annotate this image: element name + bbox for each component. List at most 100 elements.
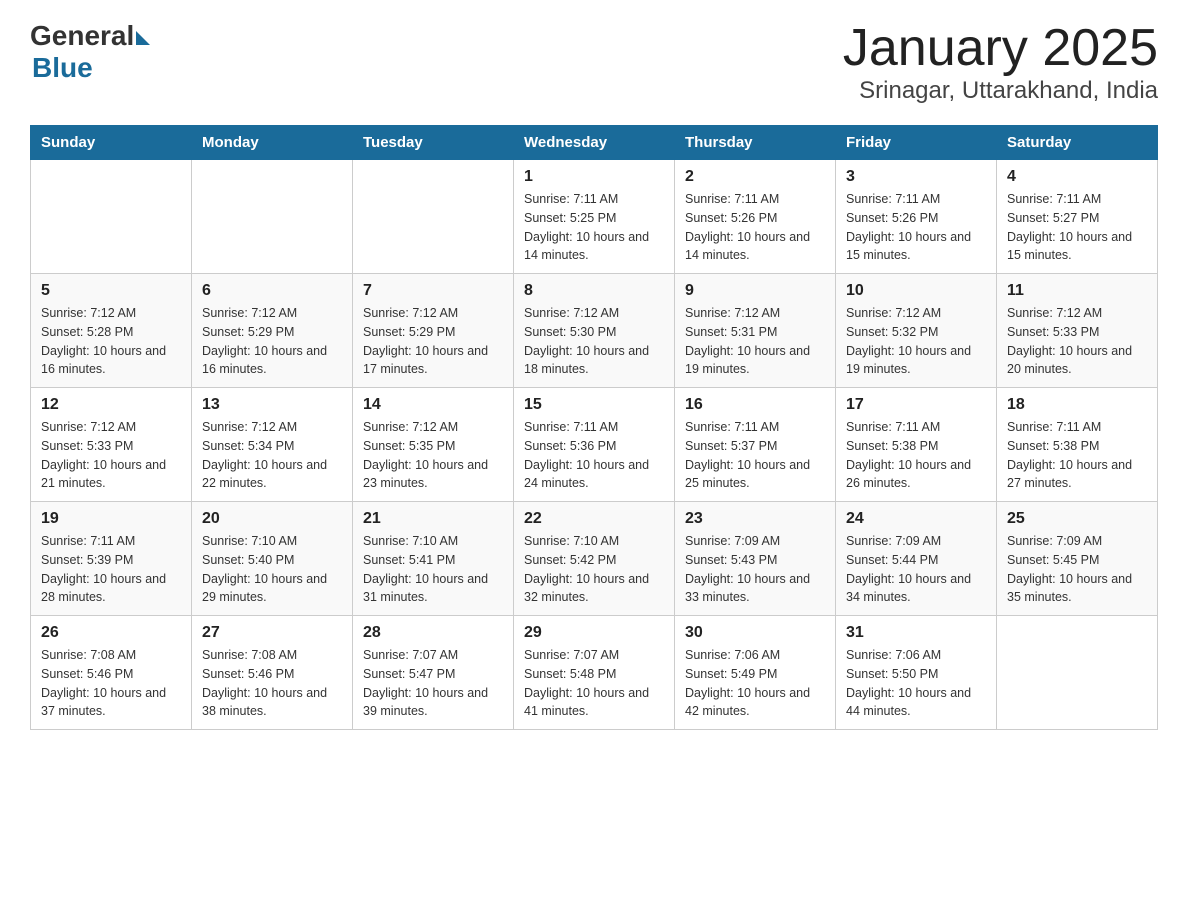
calendar-cell: 13 Sunrise: 7:12 AM Sunset: 5:34 PM Dayli… bbox=[192, 388, 353, 502]
day-info: Sunrise: 7:12 AM Sunset: 5:29 PM Dayligh… bbox=[202, 304, 342, 379]
logo-arrow-icon bbox=[136, 31, 150, 45]
calendar-cell: 11Sunrise: 7:12 AM Sunset: 5:33 PM Dayli… bbox=[997, 274, 1158, 388]
day-number: 27 bbox=[202, 624, 342, 642]
weekday-header: Thursday bbox=[675, 126, 836, 160]
calendar-cell: 10Sunrise: 7:12 AM Sunset: 5:32 PM Dayli… bbox=[836, 274, 997, 388]
calendar-cell: 7Sunrise: 7:12 AM Sunset: 5:29 PM Daylig… bbox=[353, 274, 514, 388]
day-number: 1 bbox=[524, 168, 664, 186]
calendar-cell: 5 Sunrise: 7:12 AM Sunset: 5:28 PM Daylig… bbox=[31, 274, 192, 388]
calendar-cell: 4 Sunrise: 7:11 AM Sunset: 5:27 PM Daylig… bbox=[997, 160, 1158, 274]
day-info: Sunrise: 7:08 AM Sunset: 5:46 PM Dayligh… bbox=[202, 646, 342, 721]
logo-blue-text: Blue bbox=[32, 52, 93, 84]
calendar-cell: 12 Sunrise: 7:12 AM Sunset: 5:33 PM Dayli… bbox=[31, 388, 192, 502]
calendar-cell: 24Sunrise: 7:09 AM Sunset: 5:44 PM Dayli… bbox=[836, 502, 997, 616]
calendar-week-row: 1 Sunrise: 7:11 AM Sunset: 5:25 PM Daylig… bbox=[31, 160, 1158, 274]
calendar-cell: 19 Sunrise: 7:11 AM Sunset: 5:39 PM Dayli… bbox=[31, 502, 192, 616]
day-info: Sunrise: 7:12 AM Sunset: 5:29 PM Dayligh… bbox=[363, 304, 503, 379]
day-number: 17 bbox=[846, 396, 986, 414]
day-number: 9 bbox=[685, 282, 825, 300]
day-info: Sunrise: 7:12 AM Sunset: 5:30 PM Dayligh… bbox=[524, 304, 664, 379]
calendar-cell: 25 Sunrise: 7:09 AM Sunset: 5:45 PM Dayli… bbox=[997, 502, 1158, 616]
calendar-cell: 23 Sunrise: 7:09 AM Sunset: 5:43 PM Dayli… bbox=[675, 502, 836, 616]
day-info: Sunrise: 7:06 AM Sunset: 5:49 PM Dayligh… bbox=[685, 646, 825, 721]
day-info: Sunrise: 7:11 AM Sunset: 5:26 PM Dayligh… bbox=[846, 190, 986, 265]
day-info: Sunrise: 7:08 AM Sunset: 5:46 PM Dayligh… bbox=[41, 646, 181, 721]
day-number: 3 bbox=[846, 168, 986, 186]
day-number: 13 bbox=[202, 396, 342, 414]
calendar-week-row: 26 Sunrise: 7:08 AM Sunset: 5:46 PM Dayli… bbox=[31, 616, 1158, 730]
day-info: Sunrise: 7:11 AM Sunset: 5:27 PM Dayligh… bbox=[1007, 190, 1147, 265]
calendar-cell: 18Sunrise: 7:11 AM Sunset: 5:38 PM Dayli… bbox=[997, 388, 1158, 502]
day-info: Sunrise: 7:12 AM Sunset: 5:33 PM Dayligh… bbox=[41, 418, 181, 493]
day-number: 2 bbox=[685, 168, 825, 186]
day-info: Sunrise: 7:07 AM Sunset: 5:47 PM Dayligh… bbox=[363, 646, 503, 721]
day-number: 25 bbox=[1007, 510, 1147, 528]
day-info: Sunrise: 7:07 AM Sunset: 5:48 PM Dayligh… bbox=[524, 646, 664, 721]
day-number: 18 bbox=[1007, 396, 1147, 414]
calendar-cell bbox=[192, 160, 353, 274]
day-number: 23 bbox=[685, 510, 825, 528]
title-block: January 2025 Srinagar, Uttarakhand, Indi… bbox=[843, 20, 1158, 105]
calendar-table: SundayMondayTuesdayWednesdayThursdayFrid… bbox=[30, 125, 1158, 730]
day-info: Sunrise: 7:12 AM Sunset: 5:35 PM Dayligh… bbox=[363, 418, 503, 493]
weekday-header-row: SundayMondayTuesdayWednesdayThursdayFrid… bbox=[31, 126, 1158, 160]
day-info: Sunrise: 7:06 AM Sunset: 5:50 PM Dayligh… bbox=[846, 646, 986, 721]
calendar-cell: 22 Sunrise: 7:10 AM Sunset: 5:42 PM Dayli… bbox=[514, 502, 675, 616]
calendar-week-row: 19 Sunrise: 7:11 AM Sunset: 5:39 PM Dayli… bbox=[31, 502, 1158, 616]
day-number: 30 bbox=[685, 624, 825, 642]
page-header: General Blue January 2025 Srinagar, Utta… bbox=[30, 20, 1158, 105]
calendar-cell bbox=[997, 616, 1158, 730]
calendar-cell: 28 Sunrise: 7:07 AM Sunset: 5:47 PM Dayli… bbox=[353, 616, 514, 730]
day-number: 16 bbox=[685, 396, 825, 414]
calendar-cell: 3 Sunrise: 7:11 AM Sunset: 5:26 PM Daylig… bbox=[836, 160, 997, 274]
calendar-cell: 1 Sunrise: 7:11 AM Sunset: 5:25 PM Daylig… bbox=[514, 160, 675, 274]
day-info: Sunrise: 7:10 AM Sunset: 5:41 PM Dayligh… bbox=[363, 532, 503, 607]
day-info: Sunrise: 7:11 AM Sunset: 5:36 PM Dayligh… bbox=[524, 418, 664, 493]
day-number: 22 bbox=[524, 510, 664, 528]
day-number: 26 bbox=[41, 624, 181, 642]
day-info: Sunrise: 7:12 AM Sunset: 5:33 PM Dayligh… bbox=[1007, 304, 1147, 379]
calendar-cell: 17 Sunrise: 7:11 AM Sunset: 5:38 PM Dayli… bbox=[836, 388, 997, 502]
day-info: Sunrise: 7:11 AM Sunset: 5:39 PM Dayligh… bbox=[41, 532, 181, 607]
day-info: Sunrise: 7:11 AM Sunset: 5:38 PM Dayligh… bbox=[846, 418, 986, 493]
calendar-cell: 16Sunrise: 7:11 AM Sunset: 5:37 PM Dayli… bbox=[675, 388, 836, 502]
calendar-cell: 6 Sunrise: 7:12 AM Sunset: 5:29 PM Daylig… bbox=[192, 274, 353, 388]
day-number: 12 bbox=[41, 396, 181, 414]
day-number: 19 bbox=[41, 510, 181, 528]
weekday-header: Monday bbox=[192, 126, 353, 160]
page-subtitle: Srinagar, Uttarakhand, India bbox=[843, 77, 1158, 105]
day-info: Sunrise: 7:12 AM Sunset: 5:28 PM Dayligh… bbox=[41, 304, 181, 379]
weekday-header: Sunday bbox=[31, 126, 192, 160]
day-info: Sunrise: 7:11 AM Sunset: 5:25 PM Dayligh… bbox=[524, 190, 664, 265]
day-info: Sunrise: 7:12 AM Sunset: 5:34 PM Dayligh… bbox=[202, 418, 342, 493]
day-info: Sunrise: 7:09 AM Sunset: 5:45 PM Dayligh… bbox=[1007, 532, 1147, 607]
day-info: Sunrise: 7:09 AM Sunset: 5:43 PM Dayligh… bbox=[685, 532, 825, 607]
day-info: Sunrise: 7:12 AM Sunset: 5:31 PM Dayligh… bbox=[685, 304, 825, 379]
day-number: 5 bbox=[41, 282, 181, 300]
weekday-header: Tuesday bbox=[353, 126, 514, 160]
calendar-cell: 14 Sunrise: 7:12 AM Sunset: 5:35 PM Dayli… bbox=[353, 388, 514, 502]
day-info: Sunrise: 7:12 AM Sunset: 5:32 PM Dayligh… bbox=[846, 304, 986, 379]
weekday-header: Friday bbox=[836, 126, 997, 160]
day-number: 21 bbox=[363, 510, 503, 528]
weekday-header: Wednesday bbox=[514, 126, 675, 160]
day-number: 4 bbox=[1007, 168, 1147, 186]
calendar-cell: 20Sunrise: 7:10 AM Sunset: 5:40 PM Dayli… bbox=[192, 502, 353, 616]
calendar-cell: 21 Sunrise: 7:10 AM Sunset: 5:41 PM Dayli… bbox=[353, 502, 514, 616]
calendar-cell: 31 Sunrise: 7:06 AM Sunset: 5:50 PM Dayli… bbox=[836, 616, 997, 730]
day-info: Sunrise: 7:10 AM Sunset: 5:42 PM Dayligh… bbox=[524, 532, 664, 607]
calendar-cell: 29 Sunrise: 7:07 AM Sunset: 5:48 PM Dayli… bbox=[514, 616, 675, 730]
calendar-cell: 9 Sunrise: 7:12 AM Sunset: 5:31 PM Daylig… bbox=[675, 274, 836, 388]
page-title: January 2025 bbox=[843, 20, 1158, 77]
day-number: 14 bbox=[363, 396, 503, 414]
day-number: 8 bbox=[524, 282, 664, 300]
day-number: 28 bbox=[363, 624, 503, 642]
day-number: 31 bbox=[846, 624, 986, 642]
day-number: 15 bbox=[524, 396, 664, 414]
day-number: 29 bbox=[524, 624, 664, 642]
day-number: 6 bbox=[202, 282, 342, 300]
day-info: Sunrise: 7:10 AM Sunset: 5:40 PM Dayligh… bbox=[202, 532, 342, 607]
day-number: 24 bbox=[846, 510, 986, 528]
calendar-week-row: 12 Sunrise: 7:12 AM Sunset: 5:33 PM Dayli… bbox=[31, 388, 1158, 502]
calendar-cell: 8 Sunrise: 7:12 AM Sunset: 5:30 PM Daylig… bbox=[514, 274, 675, 388]
